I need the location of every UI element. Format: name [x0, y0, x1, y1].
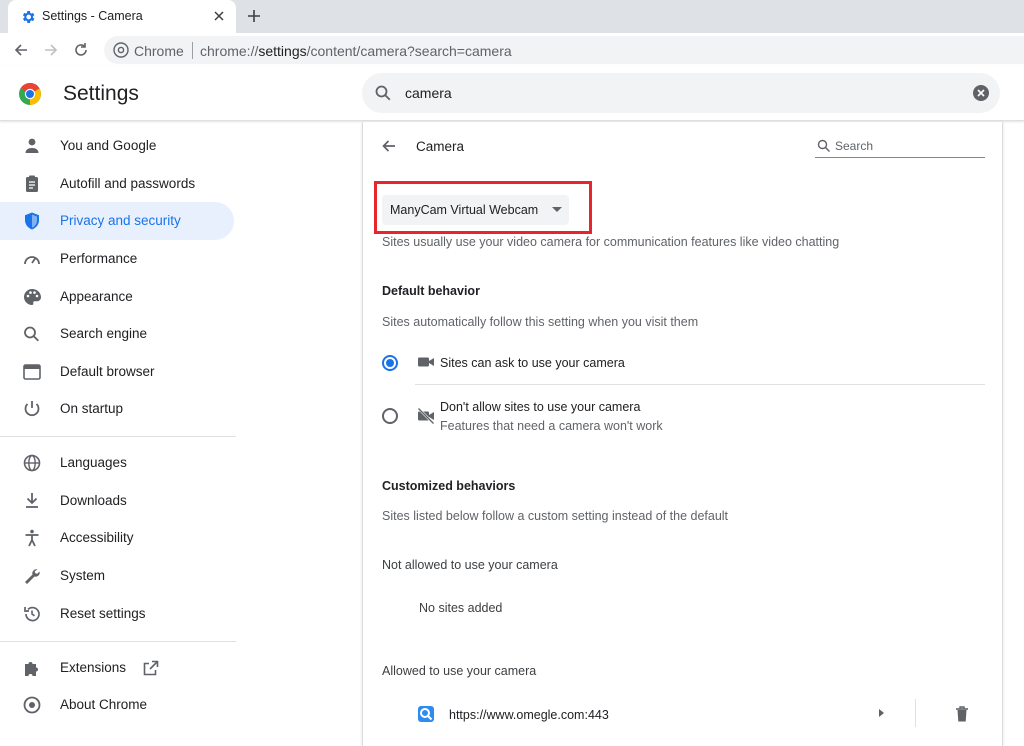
radio-allow-ask[interactable] [382, 355, 398, 371]
open-in-new-icon [143, 660, 159, 676]
chrome-logo-icon [19, 83, 41, 105]
subpage-title: Camera [416, 139, 465, 154]
video-camera-icon [418, 357, 434, 367]
option-divider [415, 384, 985, 385]
search-icon [24, 326, 39, 342]
tab-title: Settings - Camera [42, 9, 143, 23]
camera-settings-card: Camera Search ManyCam Virtual Webcam Sit… [362, 122, 1003, 746]
customized-behaviors-heading: Customized behaviors [382, 479, 516, 493]
sidebar-item-languages[interactable]: Languages [0, 444, 234, 482]
browser-window-icon [23, 364, 41, 380]
customized-behaviors-description: Sites listed below follow a custom setti… [382, 509, 729, 523]
not-allowed-heading: Not allowed to use your camera [382, 558, 558, 572]
globe-icon [23, 454, 41, 472]
sidebar-divider [0, 436, 236, 437]
palette-icon [24, 289, 41, 305]
tab-strip: Settings - Camera [0, 0, 1024, 33]
reset-history-icon [24, 606, 40, 622]
allowed-site-row[interactable]: https://www.omegle.com:443 [363, 697, 1004, 731]
accessibility-icon [25, 529, 39, 547]
sidebar-item-about-chrome[interactable]: About Chrome [0, 686, 234, 724]
sidebar-item-you-and-google[interactable]: You and Google [0, 127, 234, 165]
sidebar-item-reset-settings[interactable]: Reset settings [0, 595, 234, 633]
settings-search-input[interactable]: camera [362, 73, 1000, 113]
url-host: settings [258, 43, 307, 59]
sidebar-divider [0, 641, 236, 642]
camera-description: Sites usually use your video camera for … [382, 235, 840, 249]
download-icon [26, 493, 38, 508]
new-tab-plus-icon[interactable] [245, 7, 263, 25]
dropdown-caret-icon [552, 207, 562, 212]
camera-device-select[interactable]: ManyCam Virtual Webcam [382, 195, 569, 225]
no-sites-added-text: No sites added [419, 601, 503, 615]
power-icon [24, 401, 40, 417]
clear-search-icon[interactable] [972, 84, 990, 102]
sidebar-item-downloads[interactable]: Downloads [0, 482, 234, 520]
omnibox-chip: Chrome [134, 43, 184, 59]
omnibox-separator [192, 42, 193, 59]
default-behavior-heading: Default behavior [382, 284, 480, 298]
chrome-logo-icon [113, 42, 129, 58]
sidebar-item-privacy-and-security[interactable]: Privacy and security [0, 202, 234, 240]
search-icon [375, 85, 391, 101]
chevron-right-icon[interactable] [879, 709, 884, 717]
back-arrow-icon[interactable] [380, 137, 398, 155]
chrome-logo-icon [23, 696, 41, 714]
settings-header: Settings camera [0, 66, 1024, 121]
sidebar-item-system[interactable]: System [0, 557, 234, 595]
search-value: camera [405, 85, 452, 101]
trash-icon[interactable] [954, 705, 970, 723]
sidebar-item-default-browser[interactable]: Default browser [0, 353, 234, 391]
omegle-favicon-icon [418, 706, 434, 722]
settings-sidebar: You and Google Autofill and passwords Pr… [0, 122, 240, 746]
url-path: /content/camera?search=camera [306, 43, 512, 59]
url-prefix: chrome:// [200, 43, 259, 59]
address-bar[interactable]: Chrome chrome://settings/content/camera?… [104, 36, 1024, 64]
sidebar-item-extensions[interactable]: Extensions [0, 649, 234, 687]
clipboard-icon [26, 175, 38, 192]
search-icon [817, 139, 830, 152]
search-placeholder: Search [835, 139, 874, 153]
puzzle-icon [25, 662, 38, 676]
default-behavior-description: Sites automatically follow this setting … [382, 315, 699, 329]
sidebar-item-on-startup[interactable]: On startup [0, 390, 234, 428]
sidebar-item-appearance[interactable]: Appearance [0, 278, 234, 316]
browser-toolbar: Chrome chrome://settings/content/camera?… [0, 33, 1024, 66]
allowed-site-url: https://www.omegle.com:443 [449, 708, 609, 722]
sidebar-item-performance[interactable]: Performance [0, 240, 234, 278]
browser-tab[interactable]: Settings - Camera [8, 0, 236, 33]
reload-icon[interactable] [71, 40, 91, 60]
radio-block[interactable] [382, 408, 398, 424]
forward-arrow-icon[interactable] [41, 40, 61, 60]
shield-icon [25, 212, 39, 230]
camera-select-value: ManyCam Virtual Webcam [390, 203, 539, 217]
option-block-label[interactable]: Don't allow sites to use your camera [440, 400, 640, 414]
sidebar-item-search-engine[interactable]: Search engine [0, 315, 234, 353]
allowed-heading: Allowed to use your camera [382, 664, 537, 678]
option-allow-ask-label[interactable]: Sites can ask to use your camera [440, 356, 625, 370]
sidebar-item-autofill[interactable]: Autofill and passwords [0, 165, 234, 203]
video-camera-off-icon [417, 407, 435, 425]
url-text: chrome://settings/content/camera?search=… [200, 43, 512, 59]
gear-icon [22, 11, 35, 23]
page-title: Settings [63, 82, 139, 105]
sidebar-item-accessibility[interactable]: Accessibility [0, 519, 234, 557]
row-separator [915, 699, 916, 727]
option-block-sublabel: Features that need a camera won't work [440, 419, 663, 433]
speedometer-icon [24, 256, 40, 265]
person-icon [25, 138, 39, 153]
wrench-icon [25, 569, 40, 584]
close-icon[interactable] [211, 8, 227, 24]
back-arrow-icon[interactable] [11, 40, 31, 60]
subpage-search-input[interactable]: Search [815, 136, 985, 158]
